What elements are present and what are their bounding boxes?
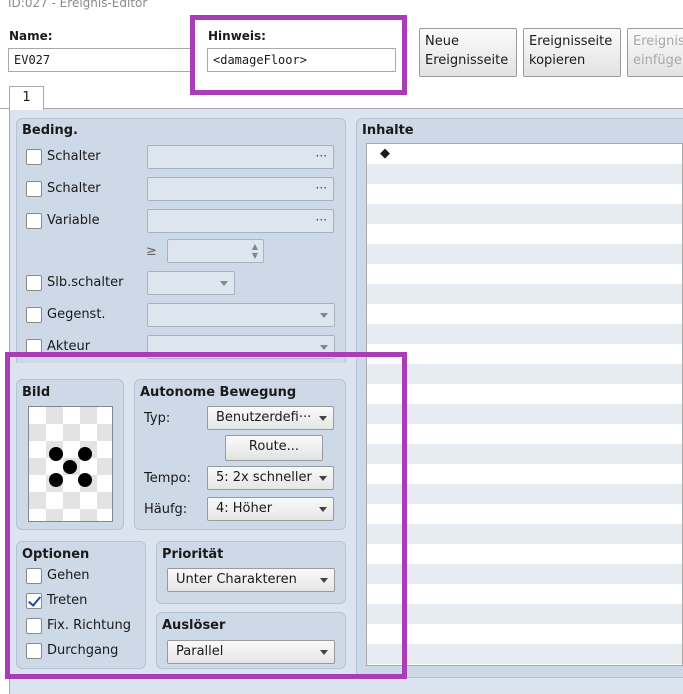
new-event-page-label-2: Ereignisseite [425,53,509,68]
name-input[interactable]: EV027 [8,48,194,72]
switch1-field[interactable]: ··· [147,145,334,169]
variable-label: Variable [47,213,100,228]
list-item[interactable] [367,524,682,544]
variable-value-spinner[interactable]: ▲ ▼ [167,239,264,263]
switch1-label: Schalter [47,149,101,164]
list-item[interactable] [367,224,682,244]
self-switch-label: Slb.schalter [47,275,124,290]
list-item[interactable] [367,284,682,304]
list-item[interactable] [367,604,682,624]
chevron-down-icon [220,281,228,286]
variable-dots-icon: ··· [315,213,327,227]
list-item[interactable] [367,344,682,364]
copy-event-page-button[interactable]: Ereignisseite kopieren [523,28,621,77]
list-item[interactable] [367,544,682,564]
paste-event-page-label-2: einfüge [633,53,682,68]
list-item[interactable] [367,624,682,644]
list-item[interactable] [367,444,682,464]
name-label: Name: [9,29,53,43]
list-item[interactable] [367,364,682,384]
variable-checkbox[interactable] [26,213,42,229]
item-select[interactable] [147,303,335,327]
list-item[interactable] [367,644,682,664]
item-label: Gegenst. [47,307,106,322]
tab-page-1[interactable]: 1 [9,86,44,110]
switch1-checkbox[interactable] [26,149,42,165]
chevron-down-icon [320,313,328,318]
switch2-field[interactable]: ··· [147,177,334,201]
list-item[interactable] [367,464,682,484]
copy-event-page-label-1: Ereignisseite [529,34,613,49]
ge-symbol: ≥ [146,244,157,259]
variable-field[interactable]: ··· [147,209,334,233]
self-switch-select[interactable] [147,271,235,295]
list-item[interactable] [367,384,682,404]
switch1-dots-icon: ··· [315,149,327,163]
list-item[interactable]: ◆ [367,144,682,164]
copy-event-page-label-2: kopieren [529,53,586,68]
switch2-dots-icon: ··· [315,181,327,195]
spinner-down-icon[interactable]: ▼ [252,252,258,260]
switch2-checkbox[interactable] [26,181,42,197]
paste-event-page-button[interactable]: Ereignis einfüge [627,28,683,77]
item-checkbox[interactable] [26,307,42,323]
new-event-page-button[interactable]: Neue Ereignisseite [419,28,517,77]
list-item[interactable] [367,424,682,444]
conditions-title: Beding. [22,123,78,138]
switch2-label: Schalter [47,181,101,196]
contents-title: Inhalte [362,123,414,138]
spinner-up-icon[interactable]: ▲ [252,243,258,251]
list-item[interactable] [367,164,682,184]
highlight-note-box [190,15,407,95]
list-item[interactable] [367,504,682,524]
list-item[interactable] [367,184,682,204]
event-commands-list[interactable]: ◆ [366,143,683,666]
list-item[interactable] [367,264,682,284]
window-title: ID:027 - Ereignis-Editor [8,0,148,10]
paste-event-page-label-1: Ereignis [633,34,683,49]
list-item[interactable] [367,564,682,584]
list-item[interactable] [367,204,682,224]
list-item[interactable] [367,244,682,264]
self-switch-checkbox[interactable] [26,275,42,291]
list-item[interactable] [367,404,682,424]
list-item[interactable] [367,304,682,324]
list-item[interactable] [367,324,682,344]
highlight-settings-box [5,352,407,679]
chevron-down-icon [320,345,328,350]
command-bullet-icon: ◆ [380,146,390,161]
new-event-page-label-1: Neue [425,34,459,49]
list-item[interactable] [367,584,682,604]
list-item[interactable] [367,484,682,504]
